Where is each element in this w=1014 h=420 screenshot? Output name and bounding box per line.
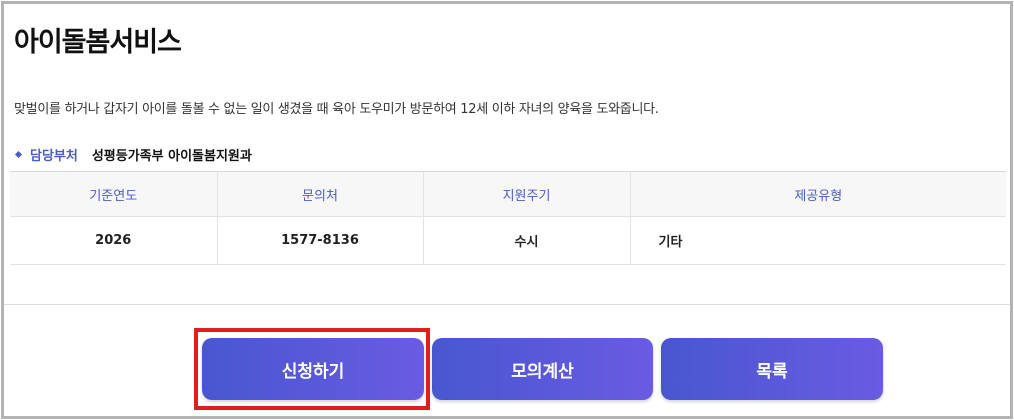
service-description: 맞벌이를 하거나 갑자기 아이를 돌볼 수 없는 일이 생겼을 때 육아 도우미…: [14, 102, 659, 117]
header-contact: 문의처: [217, 171, 424, 217]
header-support-cycle: 지원주기: [423, 171, 631, 217]
mock-calculation-button[interactable]: 모의계산: [432, 338, 653, 400]
cell-contact: 1577-8136: [217, 216, 424, 265]
cell-provision-type: 기타: [630, 216, 1006, 265]
department-value: 성평등가족부 아이돌봄지원과: [91, 149, 252, 164]
section-divider: [4, 304, 1010, 305]
diamond-bullet-icon: [14, 150, 23, 159]
department-label: 담당부처: [30, 149, 78, 164]
cell-support-cycle: 수시: [423, 216, 631, 265]
header-base-year: 기준연도: [10, 171, 218, 217]
header-provision-type: 제공유형: [630, 171, 1006, 217]
cell-base-year: 2026: [10, 216, 218, 265]
page-title: 아이돌봄서비스: [14, 27, 182, 58]
department-info: 담당부처 성평등가족부 아이돌봄지원과: [14, 145, 252, 164]
service-info-table: 기준연도 문의처 지원주기 제공유형 2026 1577-8136 수시 기타: [10, 171, 1006, 265]
table-header-row: 기준연도 문의처 지원주기 제공유형: [10, 171, 1006, 217]
list-button[interactable]: 목록: [661, 338, 883, 400]
apply-button[interactable]: 신청하기: [202, 338, 424, 400]
table-row: 2026 1577-8136 수시 기타: [10, 216, 1006, 265]
